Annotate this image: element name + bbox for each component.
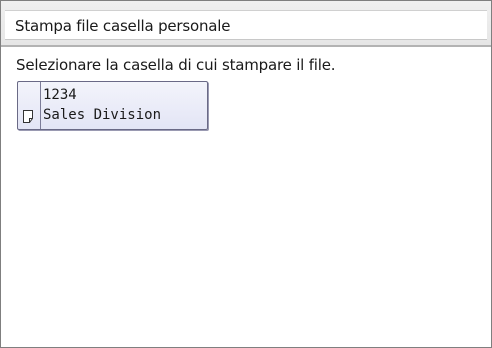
box-number: 1234 bbox=[43, 87, 77, 103]
document-icon bbox=[23, 110, 33, 123]
instruction-text: Selezionare la casella di cui stampare i… bbox=[16, 56, 336, 74]
box-name: Sales Division bbox=[43, 107, 162, 123]
title-panel: Stampa file casella personale bbox=[5, 10, 487, 40]
main-window: Stampa file casella personale Selezionar… bbox=[0, 0, 492, 348]
title-bar: Stampa file casella personale bbox=[1, 1, 491, 47]
personal-box-button[interactable]: 1234 Sales Division bbox=[17, 81, 208, 130]
page-title: Stampa file casella personale bbox=[15, 17, 231, 35]
box-icon-area bbox=[18, 82, 41, 129]
